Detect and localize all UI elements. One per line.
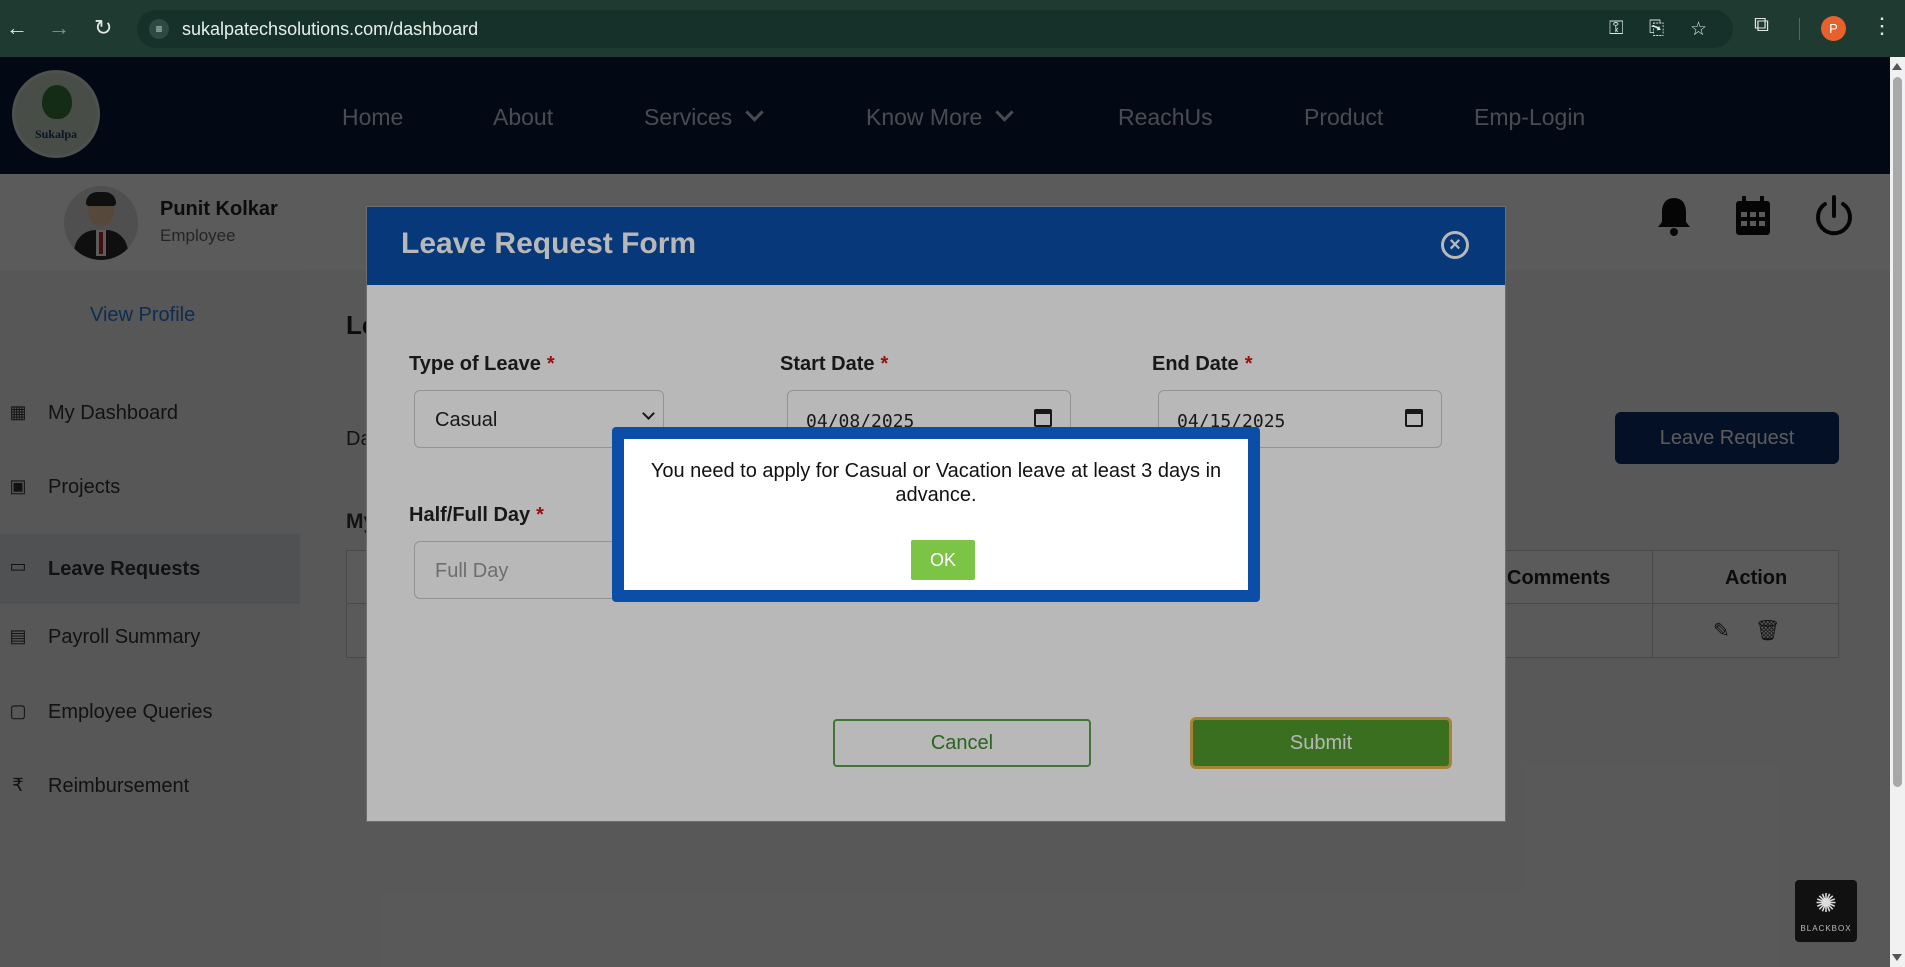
scroll-thumb[interactable] xyxy=(1893,77,1902,787)
browser-menu-icon[interactable]: ⋮ xyxy=(1871,13,1893,39)
address-bar[interactable]: ≡ sukalpatechsolutions.com/dashboard ⚿ ⎘… xyxy=(137,10,1733,48)
toolbar-divider xyxy=(1799,18,1800,40)
site-settings-icon[interactable]: ≡ xyxy=(149,19,169,39)
key-icon[interactable]: ⚿ xyxy=(1609,18,1623,40)
page-scrollbar[interactable] xyxy=(1890,57,1905,967)
reload-icon[interactable]: ↻ xyxy=(94,14,112,42)
install-app-icon[interactable]: ⎘ xyxy=(1649,18,1664,40)
validation-alert: You need to apply for Casual or Vacation… xyxy=(612,427,1260,602)
browser-profile-avatar[interactable]: P xyxy=(1821,16,1846,41)
url-text[interactable]: sukalpatechsolutions.com/dashboard xyxy=(182,19,478,40)
alert-body: You need to apply for Casual or Vacation… xyxy=(624,439,1248,590)
scroll-down-arrow-icon[interactable] xyxy=(1892,954,1902,961)
back-arrow-icon[interactable]: ← xyxy=(6,14,28,42)
ok-button[interactable]: OK xyxy=(911,540,975,580)
blackbox-widget[interactable]: ✺ BLACKBOX xyxy=(1795,880,1857,942)
forward-arrow-icon[interactable]: → xyxy=(48,14,70,42)
alert-message: You need to apply for Casual or Vacation… xyxy=(650,460,1222,506)
bookmark-star-icon[interactable]: ☆ xyxy=(1690,18,1707,41)
scroll-up-arrow-icon[interactable] xyxy=(1892,63,1902,70)
blackbox-label: BLACKBOX xyxy=(1800,924,1852,933)
browser-toolbar: ← → ↻ ≡ sukalpatechsolutions.com/dashboa… xyxy=(0,0,1905,57)
blackbox-logo-icon: ✺ xyxy=(1815,888,1837,918)
extensions-icon[interactable]: ⧉ xyxy=(1754,13,1769,37)
